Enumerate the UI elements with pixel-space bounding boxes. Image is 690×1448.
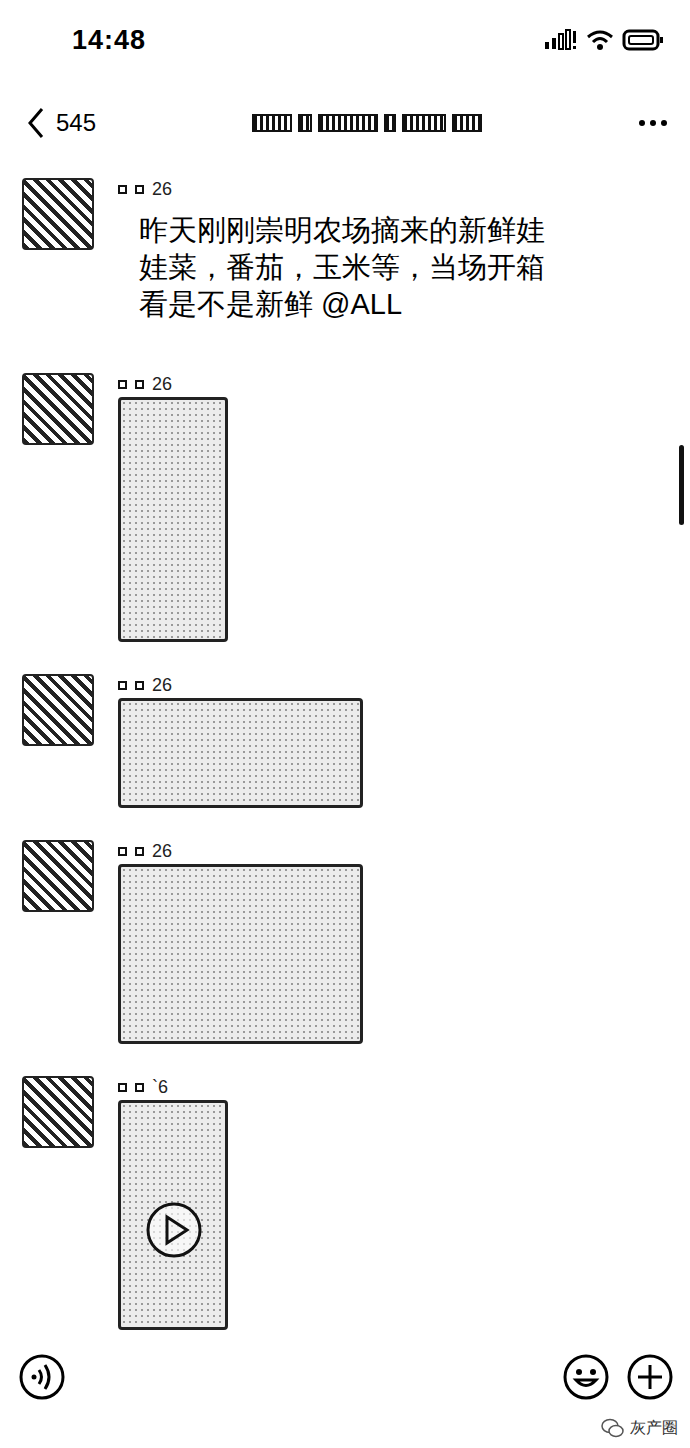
censor-dot <box>135 380 144 389</box>
message-row: 26 <box>22 373 690 642</box>
sender-text: 26 <box>152 674 172 696</box>
chat-header: 545 <box>0 80 690 165</box>
sender-name: `6 <box>118 1076 228 1098</box>
sender-text: 26 <box>152 178 172 200</box>
sender-name: 26 <box>118 840 363 862</box>
status-icons <box>544 29 664 51</box>
censor-dot <box>135 681 144 690</box>
censor-dot <box>118 847 127 856</box>
censor-block <box>452 114 482 132</box>
message-row: 26 <box>22 674 690 808</box>
censor-block <box>298 114 312 132</box>
avatar[interactable] <box>22 1076 94 1148</box>
plus-icon[interactable] <box>626 1353 674 1401</box>
input-actions <box>562 1353 674 1401</box>
censor-dot <box>118 380 127 389</box>
signal-icon <box>544 29 578 51</box>
message-body: 26 <box>118 373 228 642</box>
avatar[interactable] <box>22 840 94 912</box>
censor-block <box>252 114 292 132</box>
avatar[interactable] <box>22 178 94 250</box>
message-row: 26 <box>22 840 690 1044</box>
message-row: 26昨天刚刚崇明农场摘来的新鲜娃娃菜，番茄，玉米等，当场开箱看是不是新鲜 @AL… <box>22 178 690 341</box>
message-body: `6 <box>118 1076 228 1330</box>
message-text: 昨天刚刚崇明农场摘来的新鲜娃娃菜，番茄，玉米等，当场开箱看是不是新鲜 @ALL <box>118 200 568 341</box>
battery-icon <box>622 29 664 51</box>
message-row: `6 <box>22 1076 690 1330</box>
message-list[interactable]: 26昨天刚刚崇明农场摘来的新鲜娃娃菜，番茄，玉米等，当场开箱看是不是新鲜 @AL… <box>0 165 690 1345</box>
photo-message[interactable] <box>118 864 363 1044</box>
wifi-icon <box>586 29 614 51</box>
censor-block <box>384 114 396 132</box>
photo-message[interactable] <box>118 698 363 808</box>
watermark: 灰产圈 <box>601 1416 678 1440</box>
status-bar: 14:48 <box>0 0 690 80</box>
avatar[interactable] <box>22 674 94 746</box>
play-icon[interactable] <box>145 1201 203 1259</box>
message-body: 26昨天刚刚崇明农场摘来的新鲜娃娃菜，番茄，玉米等，当场开箱看是不是新鲜 @AL… <box>118 178 568 341</box>
sender-text: 26 <box>152 373 172 395</box>
more-icon[interactable] <box>638 113 668 133</box>
avatar[interactable] <box>22 373 94 445</box>
voice-icon[interactable] <box>18 1353 66 1401</box>
unread-count[interactable]: 545 <box>56 105 96 141</box>
sender-text: `6 <box>152 1076 168 1098</box>
censor-dot <box>135 847 144 856</box>
sender-name: 26 <box>118 674 363 696</box>
watermark-text: 灰产圈 <box>630 1416 678 1440</box>
back-icon[interactable] <box>24 105 46 141</box>
sender-text: 26 <box>152 840 172 862</box>
message-body: 26 <box>118 840 363 1044</box>
chat-screen: 14:4854526昨天刚刚崇明农场摘来的新鲜娃娃菜，番茄，玉米等，当场开箱看是… <box>0 0 690 1448</box>
censor-dot <box>135 185 144 194</box>
scrollbar[interactable] <box>679 445 684 525</box>
sender-name: 26 <box>118 178 568 200</box>
hidden-title <box>96 114 638 132</box>
sender-name: 26 <box>118 373 228 395</box>
censor-dot <box>135 1083 144 1092</box>
censor-block <box>402 114 446 132</box>
photo-message[interactable] <box>118 397 228 642</box>
censor-dot <box>118 681 127 690</box>
wechat-logo-icon <box>601 1418 625 1438</box>
emoji-icon[interactable] <box>562 1353 610 1401</box>
censor-dot <box>118 1083 127 1092</box>
message-body: 26 <box>118 674 363 808</box>
video-message[interactable] <box>118 1100 228 1330</box>
input-bar: 灰产圈 <box>0 1345 690 1448</box>
censor-block <box>318 114 378 132</box>
clock: 14:48 <box>72 20 146 61</box>
censor-dot <box>118 185 127 194</box>
